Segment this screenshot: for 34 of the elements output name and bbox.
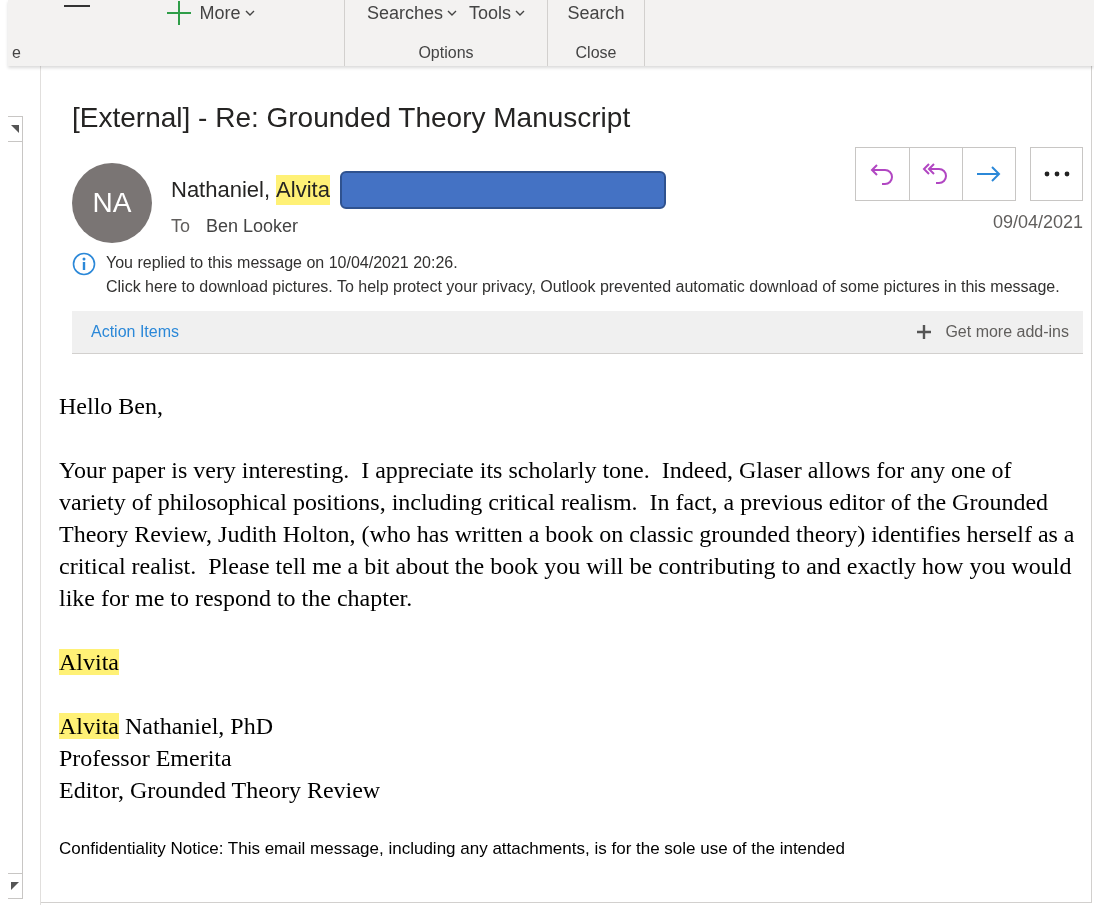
to-label: To <box>171 215 190 238</box>
message-date: 09/04/2021 <box>992 211 1083 234</box>
plus-icon <box>917 325 932 339</box>
group-label: Options <box>418 43 474 63</box>
ribbon-command[interactable]: Search <box>567 0 625 27</box>
body-text: Alvita Nathaniel, PhD <box>59 712 274 741</box>
corner-triangle-icon[interactable] <box>11 125 19 133</box>
forward-icon <box>975 164 1003 184</box>
download-pictures-notice[interactable]: Click here to download pictures. To help protect your privacy, Outlook prevented automatic download of some pictures in this message. <box>106 275 1060 299</box>
body-text: Your paper is very interesting. I appreciate its scholarly tone. Indeed, Glaser allows for any one of variety of philosophical positions, including critical realism. In fact, a previous editor of the Grounded Theory Review, Judith Holton, (who has written a book on classic grounded theory) identifies herself as a critical realist. Please tell me a bit about the book you will be contributing to and exactly how you would like for me to respond to the chapter. <box>59 456 1076 613</box>
replied-notice: You replied to this message on 10/04/2021 20:26. <box>106 253 459 273</box>
group-label: e <box>12 43 21 63</box>
avatar: NA <box>72 163 152 243</box>
body-text: Alvita <box>59 648 120 677</box>
chevron-down-icon <box>244 10 255 16</box>
info-icon <box>72 252 96 276</box>
ribbon-command[interactable]: Tools <box>469 0 526 27</box>
body-text: Hello Ben, <box>59 392 164 421</box>
plus-icon <box>167 1 192 25</box>
ribbon-command[interactable]: More <box>167 0 255 27</box>
get-addins-button[interactable]: Get more add-ins <box>917 320 1069 344</box>
highlighted-text: Alvita <box>276 175 330 205</box>
corner-triangle-icon[interactable] <box>11 882 19 890</box>
body-text: Editor, Grounded Theory Review <box>59 776 382 805</box>
more-icon <box>1043 171 1070 177</box>
body-text: Professor Emerita <box>59 744 233 773</box>
chevron-down-icon <box>515 10 526 16</box>
message-subject: [External] - Re: Grounded Theory Manuscript <box>72 101 632 135</box>
text: Nathaniel, <box>171 176 271 204</box>
group-label: Close <box>575 43 617 63</box>
ribbon-command[interactable]: Searches <box>366 0 457 27</box>
confidentiality-notice: Confidentiality Notice: This email message, including any attachments, is for the sole use of the intended <box>59 838 846 860</box>
recipient-name[interactable]: Ben Looker <box>206 213 299 240</box>
chevron-down-icon <box>447 10 457 16</box>
